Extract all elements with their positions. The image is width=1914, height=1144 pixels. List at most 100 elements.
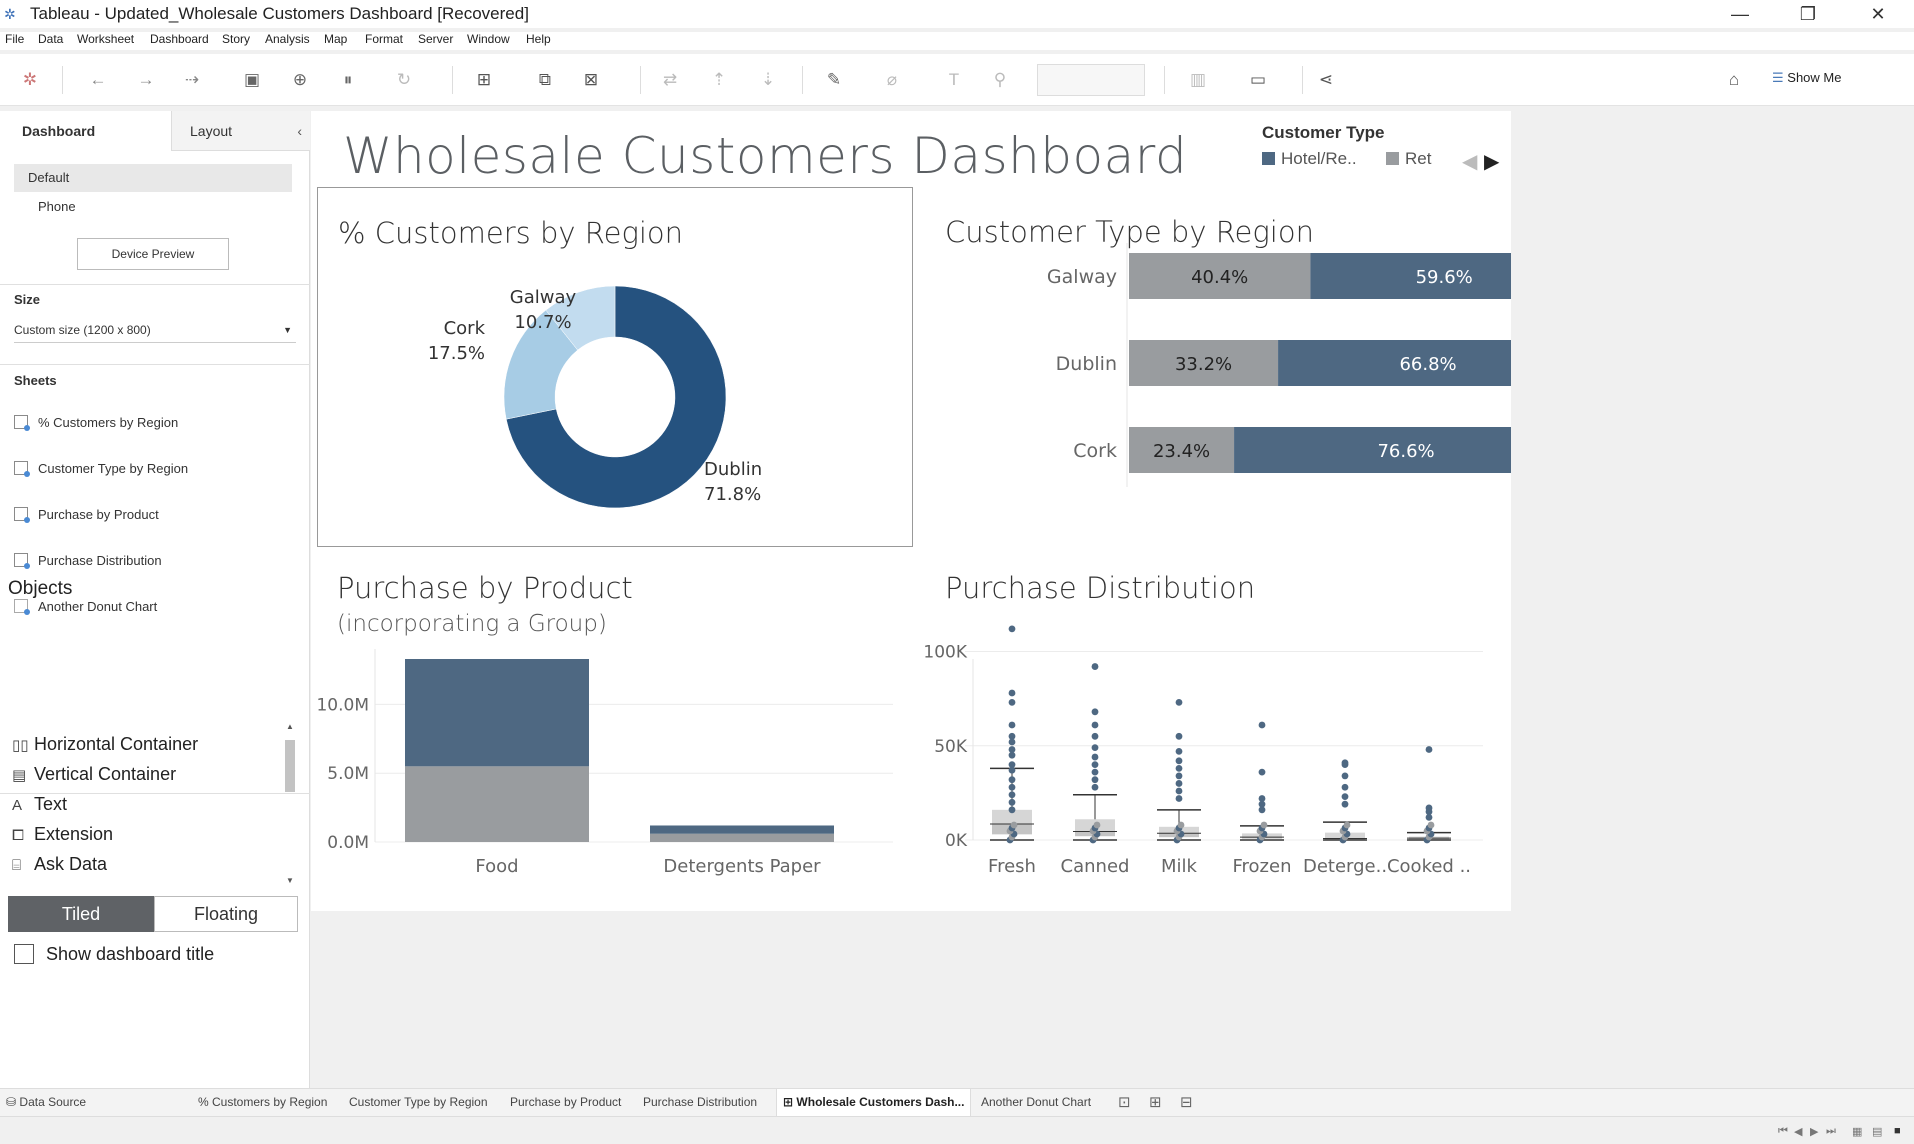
panel-customers-by-region[interactable]: % Customers by Region Dublin 71.8% Cork 17.…	[317, 187, 913, 547]
device-preview-button[interactable]: Device Preview	[77, 238, 229, 270]
tab-sheet[interactable]: Purchase Distribution	[637, 1089, 763, 1117]
last-sheet-icon[interactable]: ⏭	[1826, 1125, 1836, 1138]
panel-purchase-distribution[interactable]: Purchase Distribution 0K 50K 100K Fresh Cann…	[923, 559, 1511, 899]
clear-sheet-icon[interactable]: ⊠	[579, 68, 603, 92]
object-vertical-container[interactable]: ▤ Vertical Container	[12, 761, 176, 787]
new-worksheet-icon[interactable]: ⊞	[472, 68, 496, 92]
highlight-icon[interactable]: ✎	[822, 68, 846, 92]
data-point	[1341, 793, 1349, 801]
menu-worksheet[interactable]: Worksheet	[77, 32, 134, 46]
stacked-bar-segment	[1310, 253, 1511, 299]
y-tick-label: 0.0M	[327, 833, 369, 853]
format-painter-icon[interactable]: ⌂	[1722, 68, 1746, 92]
tab-sheet[interactable]: Another Donut Chart	[975, 1089, 1097, 1117]
stacked-bar-segment	[1234, 427, 1511, 473]
tab-sheet[interactable]: Customer Type by Region	[343, 1089, 494, 1117]
menu-format[interactable]: Format	[365, 32, 403, 46]
menu-data[interactable]: Data	[38, 32, 63, 46]
x-tick-label: Cooked ..	[1387, 856, 1471, 877]
show-me-button[interactable]: ☰ Show Me	[1772, 70, 1841, 86]
data-point	[1258, 806, 1266, 814]
scrollbar-thumb[interactable]	[285, 740, 295, 792]
show-title-checkbox[interactable]	[14, 944, 34, 964]
restore-icon[interactable]: ❐	[1778, 0, 1838, 28]
size-dropdown[interactable]: Custom size (1200 x 800) ▼	[14, 319, 296, 343]
sort-ascending-icon[interactable]: ⇡	[707, 68, 731, 92]
new-worksheet-tab-icon[interactable]: ⊡	[1118, 1093, 1131, 1111]
group-icon[interactable]: ⌀	[880, 68, 904, 92]
objects-scrollbar[interactable]: ▲ ▼	[284, 722, 296, 888]
sheet-item[interactable]: Purchase by Product	[14, 505, 159, 525]
swap-icon[interactable]: ⇄	[658, 68, 682, 92]
legend-next-icon[interactable]: ▶	[1484, 149, 1499, 174]
sort-descending-icon[interactable]: ⇣	[756, 68, 780, 92]
object-horizontal-container[interactable]: ▯▯ Horizontal Container	[12, 731, 198, 757]
tab-sheet[interactable]: % Customers by Region	[192, 1089, 333, 1117]
sheet-item[interactable]: Another Donut Chart	[14, 597, 157, 617]
legend-item-hotel[interactable]: Hotel/Re..	[1262, 149, 1357, 169]
menu-dashboard[interactable]: Dashboard	[150, 32, 209, 46]
stacked-bar-chart: Galway 40.4% 59.6% Dublin 33.2% 66.8% Cork 23.4…	[1047, 243, 1511, 487]
tab-sheet[interactable]: Purchase by Product	[504, 1089, 627, 1117]
fit-dropdown[interactable]	[1037, 64, 1145, 96]
share-icon[interactable]: ⋖	[1314, 68, 1338, 92]
minimize-icon[interactable]: —	[1710, 0, 1770, 28]
status-bar: ⏮ ◀ ▶ ⏭ ▦ ▤ ■	[0, 1116, 1914, 1144]
menu-window[interactable]: Window	[467, 32, 510, 46]
tab-dashboard[interactable]: Dashboard	[0, 111, 172, 151]
toolbar-divider	[452, 66, 453, 94]
customer-type-legend[interactable]: Customer Type Hotel/Re.. Ret ◀ ▶	[1262, 123, 1502, 183]
replay-icon[interactable]: ⇢	[180, 68, 204, 92]
data-point	[1008, 738, 1016, 746]
filmstrip-icon[interactable]: ▤	[1872, 1125, 1882, 1138]
object-extension[interactable]: ⧠ Extension	[12, 821, 113, 847]
sheet-item[interactable]: Customer Type by Region	[14, 459, 188, 479]
legend-prev-icon[interactable]: ◀	[1462, 149, 1477, 174]
redo-icon[interactable]: →	[134, 68, 158, 92]
pin-icon[interactable]: ⚲	[988, 68, 1012, 92]
sheet-item[interactable]: % Customers by Region	[14, 413, 178, 433]
sheet-item[interactable]: Purchase Distribution	[14, 551, 162, 571]
tab-data-source[interactable]: ⛁ Data Source	[0, 1089, 92, 1117]
legend-item-retail[interactable]: Ret	[1386, 149, 1431, 169]
new-data-source-icon[interactable]: ⊕	[288, 68, 312, 92]
show-dashboard-title[interactable]: Show dashboard title	[14, 944, 214, 965]
menu-server[interactable]: Server	[418, 32, 453, 46]
tab-layout[interactable]: Layout ‹	[172, 111, 310, 151]
presentation-mode-icon[interactable]: ▭	[1246, 68, 1270, 92]
refresh-icon[interactable]: ↻	[392, 68, 416, 92]
save-icon[interactable]: ▣	[240, 68, 264, 92]
tableau-home-icon[interactable]: ✲	[18, 68, 42, 92]
panel-customer-type-by-region[interactable]: Customer Type by Region Galway 40.4% 59.6%…	[923, 187, 1511, 547]
duplicate-sheet-icon[interactable]: ⧉	[533, 68, 557, 92]
menu-story[interactable]: Story	[222, 32, 250, 46]
panel-purchase-by-product[interactable]: Purchase by Product (incorporating a Gro…	[317, 559, 913, 899]
tiled-button[interactable]: Tiled	[8, 896, 154, 932]
next-sheet-icon[interactable]: ▶	[1810, 1125, 1818, 1138]
scroll-up-icon[interactable]: ▲	[284, 722, 296, 731]
show-cards-icon[interactable]: ▥	[1186, 68, 1210, 92]
close-icon[interactable]: ✕	[1848, 0, 1908, 28]
object-text[interactable]: A Text	[12, 791, 67, 817]
scroll-down-icon[interactable]: ▼	[284, 876, 296, 885]
data-point	[1425, 746, 1433, 753]
object-ask-data[interactable]: ⌸ Ask Data	[12, 851, 107, 877]
tab-sheet-active[interactable]: ⊞ Wholesale Customers Dash...	[776, 1089, 972, 1117]
floating-button[interactable]: Floating	[154, 896, 298, 932]
device-default[interactable]: Default	[14, 164, 292, 192]
prev-sheet-icon[interactable]: ◀	[1794, 1125, 1802, 1138]
tabs-view-icon[interactable]: ■	[1894, 1125, 1901, 1137]
new-story-tab-icon[interactable]: ⊟	[1180, 1093, 1193, 1111]
device-phone[interactable]: Phone	[38, 199, 76, 214]
pause-updates-icon[interactable]: ⏸	[336, 68, 360, 92]
menu-map[interactable]: Map	[324, 32, 347, 46]
new-dashboard-tab-icon[interactable]: ⊞	[1149, 1093, 1162, 1111]
collapse-pane-icon[interactable]: ‹	[297, 111, 302, 151]
undo-icon[interactable]: ←	[86, 68, 110, 92]
menu-analysis[interactable]: Analysis	[265, 32, 310, 46]
menu-file[interactable]: File	[5, 32, 24, 46]
label-icon[interactable]: T	[942, 68, 966, 92]
sheet-sorter-icon[interactable]: ▦	[1852, 1125, 1862, 1138]
first-sheet-icon[interactable]: ⏮	[1778, 1125, 1788, 1138]
menu-help[interactable]: Help	[526, 32, 551, 46]
